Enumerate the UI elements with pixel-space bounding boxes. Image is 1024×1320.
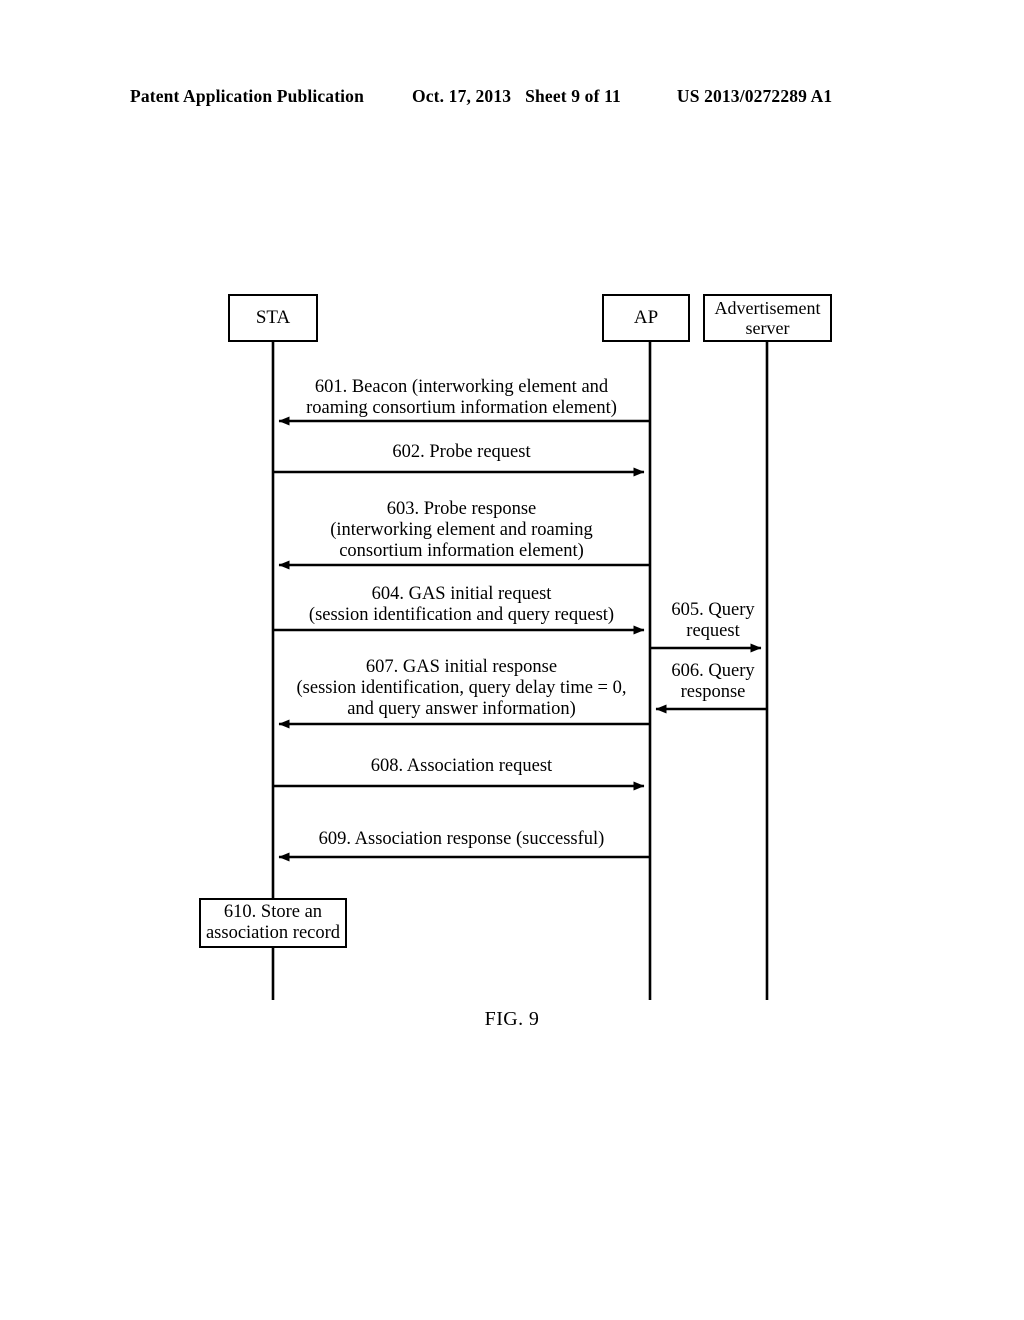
message-label-605: 605. Query request — [671, 600, 755, 642]
sequence-diagram: STA AP Advertisement server 601. Beacon … — [0, 0, 1024, 1320]
actor-label-advertisement-server: Advertisement server — [714, 297, 821, 338]
note-label-610: 610. Store an association record — [205, 901, 341, 943]
note-box-610[interactable]: 610. Store an association record — [199, 898, 347, 948]
actor-box-sta[interactable]: STA — [228, 294, 318, 342]
actor-box-ap[interactable]: AP — [602, 294, 690, 342]
message-label-601: 601. Beacon (interworking element and ro… — [306, 377, 617, 419]
message-label-604: 604. GAS initial request (session identi… — [308, 584, 615, 626]
message-label-603: 603. Probe response (interworking elemen… — [330, 499, 593, 562]
actor-label-sta: STA — [255, 307, 291, 329]
message-label-608: 608. Association request — [370, 756, 553, 776]
actor-box-advertisement-server[interactable]: Advertisement server — [703, 294, 832, 342]
message-label-609: 609. Association response (successful) — [318, 829, 605, 849]
message-label-606: 606. Query response — [671, 661, 755, 703]
message-label-607: 607. GAS initial response (session ident… — [296, 657, 627, 720]
figure-caption: FIG. 9 — [484, 1008, 540, 1030]
message-label-602: 602. Probe request — [392, 442, 531, 462]
actor-label-ap: AP — [633, 307, 659, 329]
